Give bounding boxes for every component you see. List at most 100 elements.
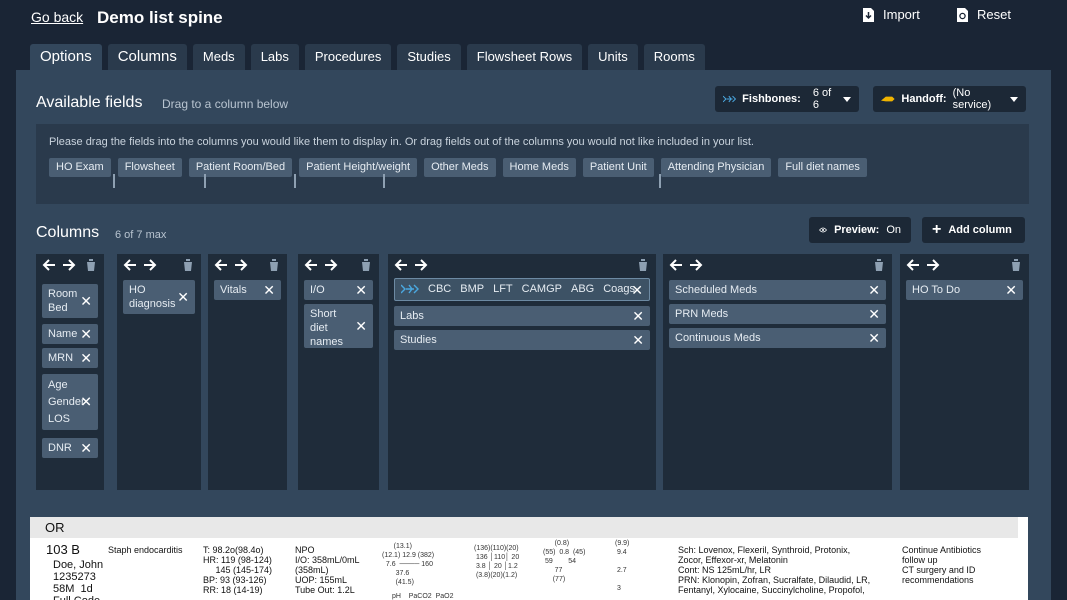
column-field[interactable]: Studies ✕ [394, 330, 650, 350]
column-field[interactable]: Scheduled Meds ✕ [669, 280, 886, 300]
arrow-right-icon[interactable] [234, 259, 248, 271]
column-6[interactable]: Scheduled Meds ✕ PRN Meds ✕ Continuous Med… [663, 254, 892, 490]
preview-header: OR [30, 517, 1018, 538]
close-icon[interactable]: ✕ [631, 283, 643, 297]
column-5[interactable]: CBC BMP LFT CAMGP ABG Coags ✕ Labs ✕ Stud… [388, 254, 656, 490]
column-field[interactable]: Vitals ✕ [214, 280, 281, 300]
resize-handle[interactable] [383, 174, 385, 188]
column-field[interactable]: HO diagnosis ✕ [123, 280, 195, 314]
trash-icon[interactable] [638, 259, 648, 271]
field-chip[interactable]: Patient Unit [582, 158, 654, 177]
column-field[interactable]: Room Bed ✕ [42, 284, 98, 318]
arrow-left-icon[interactable] [42, 259, 56, 271]
column-field[interactable]: Labs ✕ [394, 306, 650, 326]
chevron-down-icon [843, 96, 851, 102]
arrow-left-icon[interactable] [304, 259, 318, 271]
trash-icon[interactable] [269, 259, 279, 271]
go-back-link[interactable]: Go back [31, 9, 83, 25]
reset-button[interactable]: Reset [956, 7, 1011, 22]
column-field[interactable]: Name ✕ [42, 324, 98, 344]
tab-rooms[interactable]: Rooms [643, 44, 705, 70]
tab-labs[interactable]: Labs [250, 44, 299, 70]
close-icon[interactable]: ✕ [80, 294, 92, 308]
close-icon[interactable]: ✕ [80, 327, 92, 341]
tab-units[interactable]: Units [588, 44, 638, 70]
trash-icon[interactable] [1011, 259, 1021, 271]
close-icon[interactable]: ✕ [355, 283, 367, 297]
field-chip[interactable]: Other Meds [424, 158, 496, 177]
column-field[interactable]: PRN Meds ✕ [669, 304, 886, 324]
close-icon[interactable]: ✕ [80, 351, 92, 365]
trash-icon[interactable] [183, 259, 193, 271]
close-icon[interactable]: ✕ [868, 283, 880, 297]
trash-icon[interactable] [86, 259, 96, 271]
column-field[interactable]: I/O ✕ [304, 280, 373, 300]
arrow-left-icon[interactable] [906, 259, 920, 271]
close-icon[interactable]: ✕ [263, 283, 275, 297]
field-chip[interactable]: Home Meds [502, 158, 576, 177]
fishbones-dropdown[interactable]: Fishbones: 6 of 6 [715, 86, 859, 112]
field-chip[interactable]: Attending Physician [660, 158, 772, 177]
arrow-left-icon[interactable] [214, 259, 228, 271]
import-button[interactable]: Import [862, 7, 920, 22]
column-field[interactable]: Age Gender LOS ✕ [42, 374, 98, 430]
handoff-dropdown[interactable]: Handoff: (No service) [873, 86, 1026, 112]
arrow-right-icon[interactable] [689, 259, 703, 271]
resize-handle[interactable] [659, 174, 661, 188]
close-icon[interactable]: ✕ [177, 290, 189, 304]
column-field[interactable]: MRN ✕ [42, 348, 98, 368]
close-icon[interactable]: ✕ [632, 333, 644, 347]
close-icon[interactable]: ✕ [355, 319, 367, 333]
field-label: I/O [310, 284, 325, 296]
close-icon[interactable]: ✕ [1005, 283, 1017, 297]
preview-toggle[interactable]: Preview: On [809, 217, 911, 243]
preview-value: On [886, 224, 901, 236]
arrow-left-icon[interactable] [669, 259, 683, 271]
column-field[interactable]: Continuous Meds ✕ [669, 328, 886, 348]
arrow-right-icon[interactable] [143, 259, 157, 271]
field-chip[interactable]: Full diet names [778, 158, 867, 177]
field-label: Vitals [220, 284, 247, 296]
field-chip[interactable]: Flowsheet [117, 158, 182, 177]
tab-options[interactable]: Options [30, 44, 102, 70]
close-icon[interactable]: ✕ [868, 307, 880, 321]
column-1[interactable]: Room Bed ✕ Name ✕ MRN ✕ Age Gender LOS ✕ DNR… [36, 254, 104, 490]
field-chip[interactable]: HO Exam [49, 158, 111, 177]
column-2[interactable]: HO diagnosis ✕ [117, 254, 201, 490]
arrow-left-icon[interactable] [394, 259, 408, 271]
column-field[interactable]: HO To Do ✕ [906, 280, 1023, 300]
column-field[interactable]: Short diet names ✕ [304, 304, 373, 348]
field-label: Age Gender LOS [48, 379, 85, 425]
close-icon[interactable]: ✕ [80, 441, 92, 455]
column-field[interactable]: DNR ✕ [42, 438, 98, 458]
tab-columns[interactable]: Columns [107, 44, 187, 70]
resize-handle[interactable] [204, 174, 206, 188]
field-label: Labs [400, 310, 424, 322]
tab-studies[interactable]: Studies [397, 44, 461, 70]
field-chip[interactable]: Patient Height/weight [299, 158, 418, 177]
arrow-right-icon[interactable] [62, 259, 76, 271]
column-3[interactable]: Vitals ✕ [208, 254, 287, 490]
tab-meds[interactable]: Meds [192, 44, 245, 70]
close-icon[interactable]: ✕ [632, 309, 644, 323]
resize-handle[interactable] [113, 174, 115, 188]
arrow-right-icon[interactable] [926, 259, 940, 271]
arrow-right-icon[interactable] [324, 259, 338, 271]
fishbone-abg: ABG [570, 283, 595, 295]
tab-flowsheet-rows[interactable]: Flowsheet Rows [466, 44, 583, 70]
resize-handle[interactable] [294, 174, 296, 188]
add-column-button[interactable]: + Add column [922, 217, 1025, 243]
close-icon[interactable]: ✕ [868, 331, 880, 345]
field-label: Short diet names [310, 308, 344, 348]
fishbone-field[interactable]: CBC BMP LFT CAMGP ABG Coags ✕ [394, 278, 650, 301]
trash-icon[interactable] [361, 259, 371, 271]
column-4[interactable]: I/O ✕ Short diet names ✕ [298, 254, 379, 490]
tab-procedures[interactable]: Procedures [304, 44, 392, 70]
fishbone-icon [401, 284, 419, 294]
trash-icon[interactable] [874, 259, 884, 271]
column-7[interactable]: HO To Do ✕ [900, 254, 1029, 490]
arrow-left-icon[interactable] [123, 259, 137, 271]
handoff-label: Handoff: [901, 93, 947, 105]
close-icon[interactable]: ✕ [80, 394, 92, 411]
arrow-right-icon[interactable] [414, 259, 428, 271]
